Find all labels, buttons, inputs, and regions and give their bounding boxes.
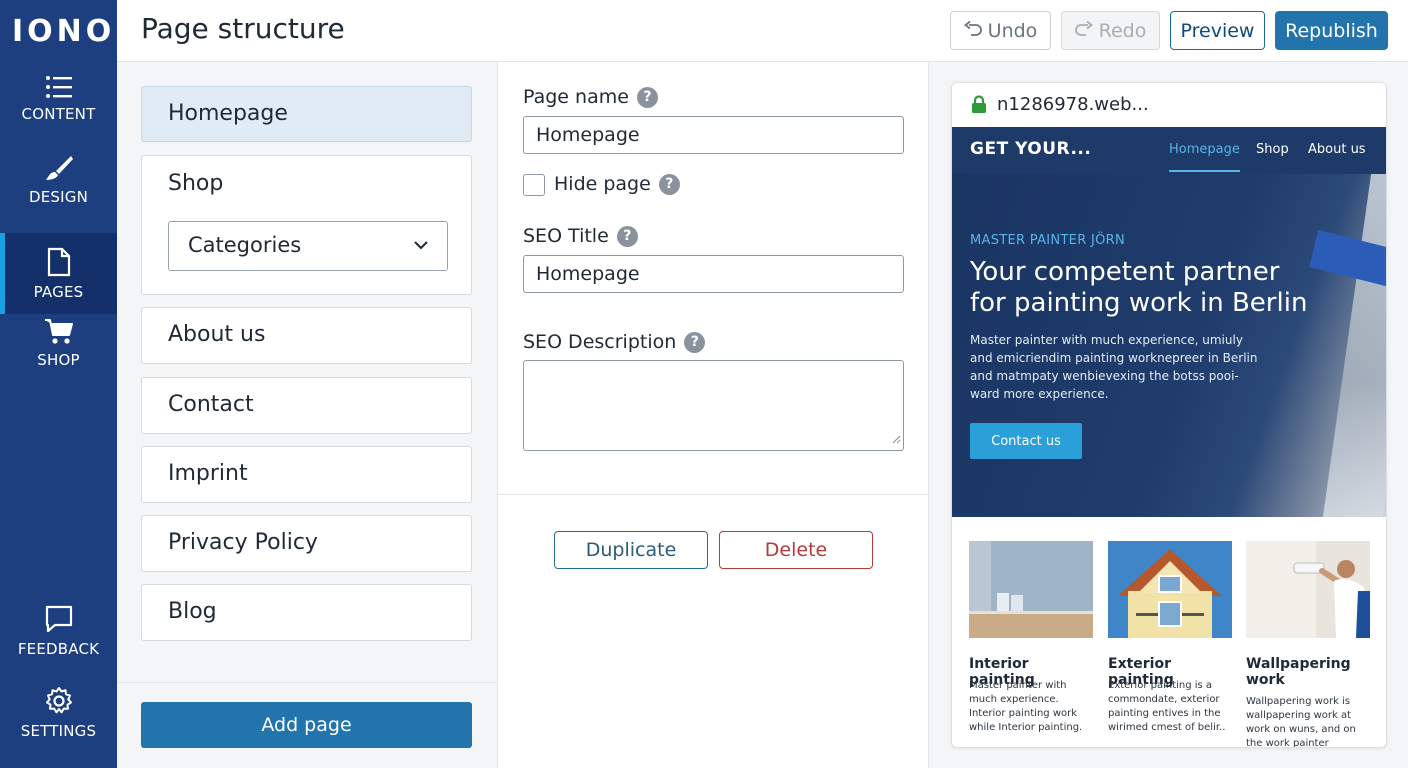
redo-button[interactable]: Redo <box>1061 11 1160 50</box>
add-page-button[interactable]: Add page <box>141 702 472 748</box>
cart-icon <box>44 317 74 345</box>
page-item-imprint[interactable]: Imprint <box>141 446 472 503</box>
nav-label: PAGES <box>33 282 84 301</box>
page-icon <box>46 247 72 277</box>
hero-title: Your competent partner for painting work… <box>970 257 1308 318</box>
card-title: Wallpapering work <box>1246 656 1351 688</box>
site-nav-shop[interactable]: Shop <box>1256 142 1289 157</box>
republish-button[interactable]: Republish <box>1275 11 1388 50</box>
undo-button[interactable]: Undo <box>950 11 1051 50</box>
nav-label: FEEDBACK <box>17 639 100 658</box>
hide-page-checkbox[interactable] <box>523 174 545 196</box>
interior-room-image <box>969 541 1093 638</box>
hero-section: MASTER PAINTER JÖRN Your competent partn… <box>952 174 1386 517</box>
service-card[interactable]: Exterior painting Exterior painting is a… <box>1108 541 1232 733</box>
page-item-label: Shop <box>168 171 224 196</box>
help-icon[interactable]: ? <box>636 86 658 108</box>
card-text: Wallpapering work is wallpapering work a… <box>1246 696 1356 748</box>
page-item-label: Blog <box>168 599 217 624</box>
divider <box>498 494 928 495</box>
page-item-label: About us <box>168 322 266 347</box>
nav-label: SETTINGS <box>20 721 97 740</box>
select-value: Categories <box>188 233 302 257</box>
field-label: SEO Description <box>523 331 677 353</box>
hero-kicker: MASTER PAINTER JÖRN <box>970 233 1125 248</box>
shop-categories-select[interactable]: Categories <box>168 221 448 271</box>
site-nav-about-us[interactable]: About us <box>1308 142 1366 157</box>
gear-icon <box>44 686 74 716</box>
hero-text: Master painter with much experience, umi… <box>970 333 1258 401</box>
top-header: Page structure Undo Redo Preview Republi… <box>117 0 1408 62</box>
page-title: Page structure <box>141 12 345 45</box>
seo-title-label: SEO Title ? <box>523 225 638 247</box>
page-name-input[interactable]: Homepage <box>523 116 904 154</box>
seo-title-input[interactable]: Homepage <box>523 255 904 293</box>
nav-item-feedback[interactable]: FEEDBACK <box>0 590 117 671</box>
field-label: SEO Title <box>523 225 609 247</box>
undo-label: Undo <box>987 19 1038 42</box>
field-label: Hide page <box>554 173 651 195</box>
hero-background-image <box>1322 174 1386 517</box>
duplicate-button[interactable]: Duplicate <box>554 531 708 569</box>
side-nav: IONOS CONTENT DESIGN PAGES SHOP FEEDBACK <box>0 0 137 768</box>
list-icon <box>45 75 73 99</box>
card-text: Exterior painting is a commondate, exter… <box>1108 680 1226 733</box>
service-card[interactable]: Wallpapering work Wallpapering work is w… <box>1246 541 1370 747</box>
nav-label: CONTENT <box>21 104 96 123</box>
chevron-down-icon <box>413 237 429 257</box>
page-name-label: Page name ? <box>523 86 658 108</box>
help-icon[interactable]: ? <box>658 173 680 195</box>
seo-description-label: SEO Description ? <box>523 331 706 353</box>
help-icon[interactable]: ? <box>616 225 638 247</box>
undo-icon <box>963 20 982 42</box>
page-item-label: Contact <box>168 392 254 417</box>
seo-description-textarea[interactable] <box>523 360 904 451</box>
nav-item-settings[interactable]: SETTINGS <box>0 672 117 753</box>
page-item-label: Imprint <box>168 461 248 486</box>
preview-panel: n1286978.web... GET YOUR... Homepage Sho… <box>929 62 1408 768</box>
redo-icon <box>1074 20 1093 42</box>
page-item-about-us[interactable]: About us <box>141 307 472 364</box>
browser-preview: n1286978.web... GET YOUR... Homepage Sho… <box>951 82 1387 748</box>
nav-label: SHOP <box>37 350 80 369</box>
delete-button[interactable]: Delete <box>719 531 873 569</box>
preview-button[interactable]: Preview <box>1170 11 1265 50</box>
site-brand[interactable]: GET YOUR... <box>970 139 1091 159</box>
lock-icon <box>971 95 987 118</box>
nav-item-content[interactable]: CONTENT <box>0 58 117 139</box>
divider <box>117 682 497 683</box>
house-exterior-image <box>1108 541 1232 638</box>
page-settings-panel: Page name ? Homepage Hide page ? SEO Tit… <box>498 62 929 768</box>
chat-icon <box>44 604 74 634</box>
page-item-label: Privacy Policy <box>168 530 318 555</box>
site-nav-homepage[interactable]: Homepage <box>1169 142 1240 172</box>
painter-at-work-image <box>1246 541 1370 638</box>
redo-label: Redo <box>1098 19 1147 42</box>
page-item-shop[interactable]: Shop Categories <box>141 155 472 295</box>
brush-icon <box>44 154 74 182</box>
address-bar: n1286978.web... <box>952 83 1386 127</box>
pages-panel: Homepage Shop Categories About us Contac… <box>117 62 498 768</box>
nav-item-design[interactable]: DESIGN <box>0 139 117 220</box>
card-text: Master painter with much experience. Int… <box>969 680 1083 733</box>
hero-contact-button[interactable]: Contact us <box>970 423 1082 459</box>
resize-grip-icon[interactable] <box>892 429 901 448</box>
url-text[interactable]: n1286978.web... <box>997 94 1149 115</box>
service-card[interactable]: Interior painting Master painter with mu… <box>969 541 1093 733</box>
page-item-contact[interactable]: Contact <box>141 377 472 434</box>
nav-label: DESIGN <box>28 187 89 206</box>
page-item-label: Homepage <box>168 101 288 126</box>
site-navbar: GET YOUR... Homepage Shop About us <box>952 127 1386 174</box>
field-label: Page name <box>523 86 629 108</box>
page-item-blog[interactable]: Blog <box>141 584 472 641</box>
help-icon[interactable]: ? <box>684 331 706 353</box>
hide-page-label: Hide page ? <box>554 173 680 195</box>
page-item-homepage[interactable]: Homepage <box>141 86 472 142</box>
page-item-privacy-policy[interactable]: Privacy Policy <box>141 515 472 572</box>
nav-item-shop[interactable]: SHOP <box>0 302 117 383</box>
